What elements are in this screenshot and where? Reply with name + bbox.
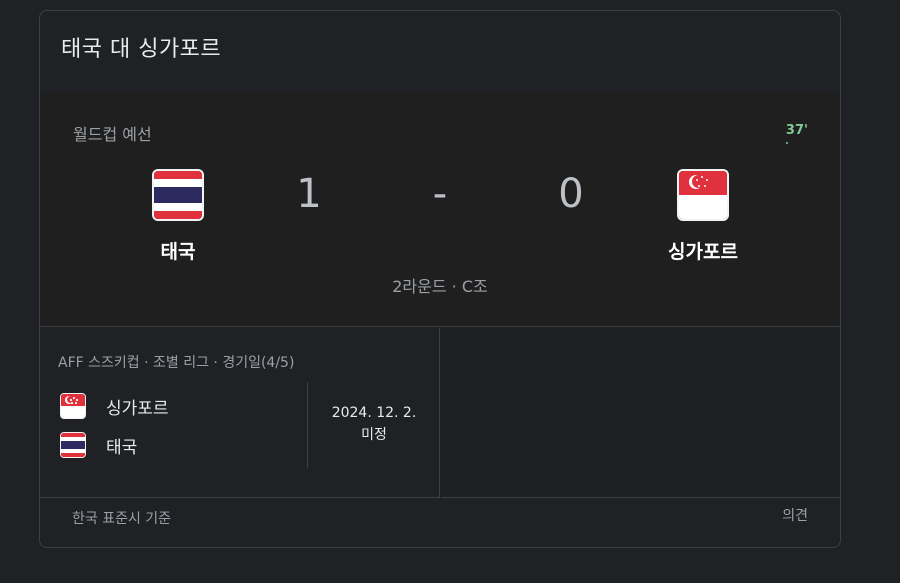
competition-label: 월드컵 예선 (73, 125, 152, 144)
match-summary[interactable]: 월드컵 예선 37' 태국 1 - 0 싱가포르 2라운드 · C조 (40, 93, 840, 327)
upcoming-team-1: 싱가포르 (106, 399, 169, 419)
match-card: 태국 대 싱가포르 월드컵 예선 37' 태국 1 - 0 싱가포르 2라운드 … (39, 10, 841, 548)
upcoming-competition-label: AFF 스즈키컵 · 조별 리그 · 경기일(4/5) (58, 355, 295, 371)
feedback-link[interactable]: 의견 (782, 505, 808, 525)
home-score: 1 (296, 171, 322, 217)
round-info: 2라운드 · C조 (392, 277, 488, 296)
upcoming-match[interactable]: AFF 스즈키컵 · 조별 리그 · 경기일(4/5) 싱가포르 태국 2024… (40, 328, 440, 498)
live-minute: 37' (785, 123, 808, 138)
singapore-flag-icon (677, 169, 729, 221)
away-team-name[interactable]: 싱가포르 (623, 237, 783, 264)
timezone-note: 한국 표준시 기준 (72, 511, 172, 527)
singapore-flag-icon (60, 393, 86, 419)
empty-panel (441, 328, 840, 498)
upcoming-team-2: 태국 (106, 438, 138, 458)
thailand-flag-icon (60, 432, 86, 458)
away-score: 0 (558, 171, 584, 217)
upcoming-date: 2024. 12. 2. (331, 405, 417, 421)
home-team-name[interactable]: 태국 (98, 237, 258, 264)
thailand-flag-icon (152, 169, 204, 221)
card-title: 태국 대 싱가포르 (61, 37, 222, 62)
score-separator: - (432, 171, 448, 217)
upcoming-status: 미정 (361, 427, 387, 443)
live-indicator-dot (786, 142, 788, 144)
